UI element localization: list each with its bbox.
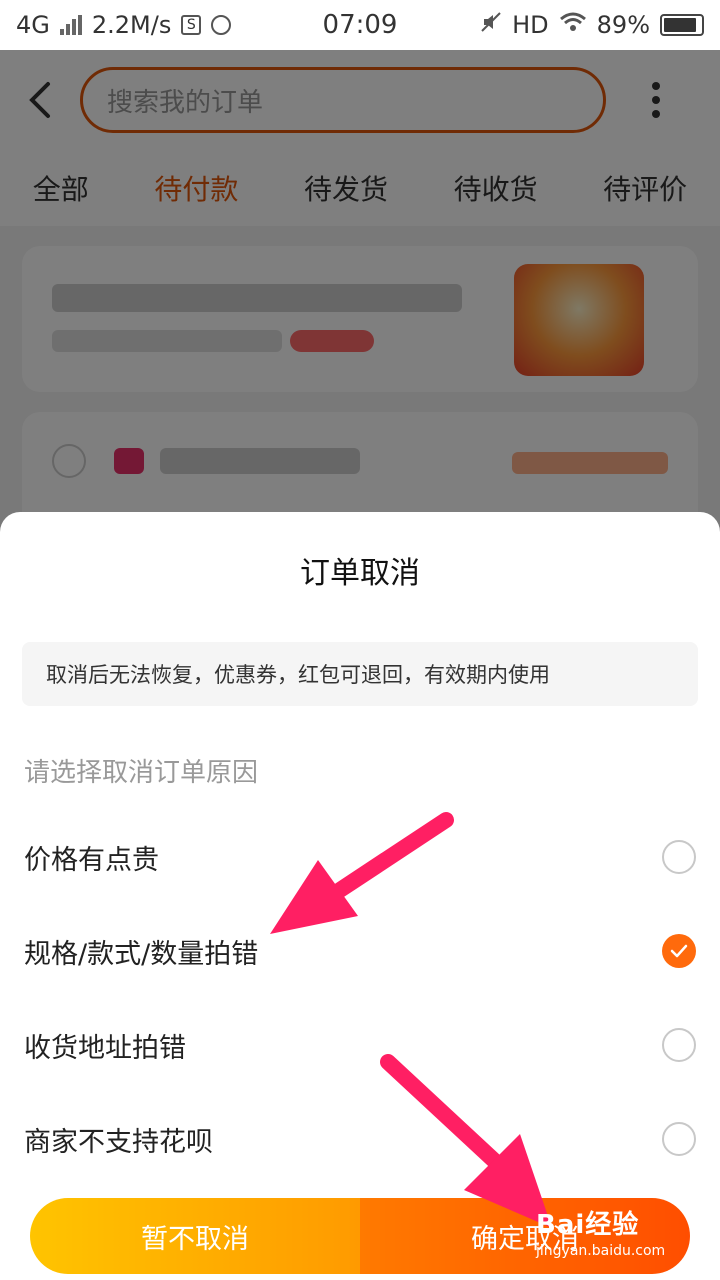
reason-option-no-huabei[interactable]: 商家不支持花呗 <box>0 1092 720 1186</box>
cancel-notice: 取消后无法恢复，优惠券，红包可退回，有效期内使用 <box>22 642 698 706</box>
radio-button[interactable] <box>662 1028 696 1062</box>
reason-label: 收货地址拍错 <box>24 1032 186 1064</box>
reason-option-spec-error[interactable]: 规格/款式/数量拍错 <box>0 904 720 998</box>
watermark-logo: Bai经验 <box>536 1210 640 1240</box>
status-left: 4G 2.2M/s S <box>16 11 232 39</box>
mute-icon <box>480 11 502 39</box>
battery-level: 89% <box>596 11 650 39</box>
reason-option-address-error[interactable]: 收货地址拍错 <box>0 998 720 1092</box>
reason-option-price[interactable]: 价格有点贵 <box>0 810 720 904</box>
network-type: 4G <box>16 11 50 39</box>
radio-button-checked[interactable] <box>662 934 696 968</box>
cancel-order-sheet: 订单取消 取消后无法恢复，优惠券，红包可退回，有效期内使用 请选择取消订单原因 … <box>0 512 720 1280</box>
reason-label: 价格有点贵 <box>24 844 159 876</box>
reason-prompt: 请选择取消订单原因 <box>24 758 259 788</box>
cancel-notice-text: 取消后无法恢复，优惠券，红包可退回，有效期内使用 <box>46 663 550 687</box>
radio-button[interactable] <box>662 1122 696 1156</box>
check-icon <box>670 944 688 958</box>
battery-icon <box>660 14 704 36</box>
watermark-url: jingyan.baidu.com <box>536 1243 666 1259</box>
sim-icon: S <box>181 15 202 35</box>
status-right: HD 89% <box>480 11 704 39</box>
storage-icon <box>211 15 232 35</box>
reason-label: 规格/款式/数量拍错 <box>24 938 259 970</box>
keep-order-button[interactable]: 暂不取消 <box>30 1198 360 1274</box>
status-bar: 4G 2.2M/s S 07:09 HD 89% <box>0 0 720 50</box>
wifi-icon <box>559 11 587 39</box>
reason-label: 商家不支持花呗 <box>24 1126 213 1158</box>
sheet-title: 订单取消 <box>300 556 420 591</box>
network-speed: 2.2M/s <box>91 11 172 39</box>
hd-label: HD <box>512 11 549 39</box>
baidu-jingyan-watermark: Bai经验 jingyan.baidu.com <box>536 1204 716 1276</box>
signal-icon <box>59 15 82 35</box>
radio-button[interactable] <box>662 840 696 874</box>
